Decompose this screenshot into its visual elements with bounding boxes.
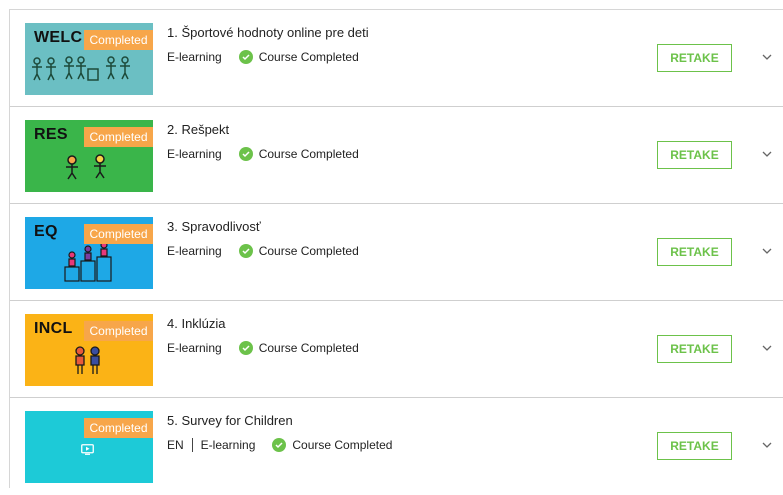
chevron-down-icon[interactable] [762,54,772,61]
course-status: Course Completed [258,341,359,355]
course-thumbnail[interactable]: WELC Completed [25,23,153,95]
completed-badge: Completed [84,127,153,147]
course-thumbnail[interactable]: Completed [25,411,153,483]
course-type: E-learning [167,50,222,64]
check-circle-icon [238,147,253,161]
completed-badge: Completed [84,224,153,244]
check-circle-icon [238,244,253,258]
course-title[interactable]: 2. Rešpekt [167,122,229,137]
check-circle-icon [238,341,253,355]
course-type: E-learning [167,147,222,161]
course-item: EQ Completed 3. Spravodlivosť E-learning… [10,204,783,301]
completed-badge: Completed [84,321,153,341]
course-title[interactable]: 4. Inklúzia [167,316,226,331]
chevron-down-icon[interactable] [762,345,772,352]
course-item: RES Completed 2. Rešpekt E-learning Cour… [10,107,783,204]
course-meta: E-learning Course Completed [167,50,359,64]
course-meta: EN E-learning Course Completed [167,438,392,452]
course-title[interactable]: 1. Športové hodnoty online pre deti [167,25,369,40]
completed-badge: Completed [84,418,153,438]
thumbnail-text: RES [34,126,68,143]
course-status: Course Completed [258,244,359,258]
course-type: E-learning [167,341,222,355]
course-status: Course Completed [292,438,393,452]
course-thumbnail[interactable]: INCL Completed [25,314,153,386]
check-circle-icon [272,438,287,452]
check-circle-icon [238,50,253,64]
retake-button[interactable]: RETAKE [657,432,732,460]
course-type: E-learning [200,438,256,452]
chevron-down-icon[interactable] [762,248,772,255]
completed-badge: Completed [84,30,153,50]
course-status: Course Completed [258,50,359,64]
chevron-down-icon[interactable] [762,151,772,158]
course-language: EN [167,438,184,452]
course-item: Completed 5. Survey for Children EN E-le… [10,398,783,495]
course-status: Course Completed [258,147,359,161]
course-meta: E-learning Course Completed [167,341,359,355]
retake-button[interactable]: RETAKE [657,44,732,72]
course-list: WELC Completed 1. Športové hodnoty onlin… [9,9,783,488]
retake-button[interactable]: RETAKE [657,238,732,266]
course-item: WELC Completed 1. Športové hodnoty onlin… [10,10,783,107]
thumbnail-text: EQ [34,223,58,240]
course-type: E-learning [167,244,222,258]
chevron-down-icon[interactable] [762,442,772,449]
course-meta: E-learning Course Completed [167,244,359,258]
thumbnail-text: INCL [34,320,73,337]
play-icon [81,444,94,455]
course-item: INCL Completed 4. Inklúzia E-learning Co… [10,301,783,398]
course-meta: E-learning Course Completed [167,147,359,161]
thumbnail-text: WELC [34,29,83,46]
course-title[interactable]: 5. Survey for Children [167,413,293,428]
retake-button[interactable]: RETAKE [657,141,732,169]
meta-separator [191,438,193,452]
retake-button[interactable]: RETAKE [657,335,732,363]
course-thumbnail[interactable]: EQ Completed [25,217,153,289]
course-title[interactable]: 3. Spravodlivosť [167,219,261,234]
course-thumbnail[interactable]: RES Completed [25,120,153,192]
